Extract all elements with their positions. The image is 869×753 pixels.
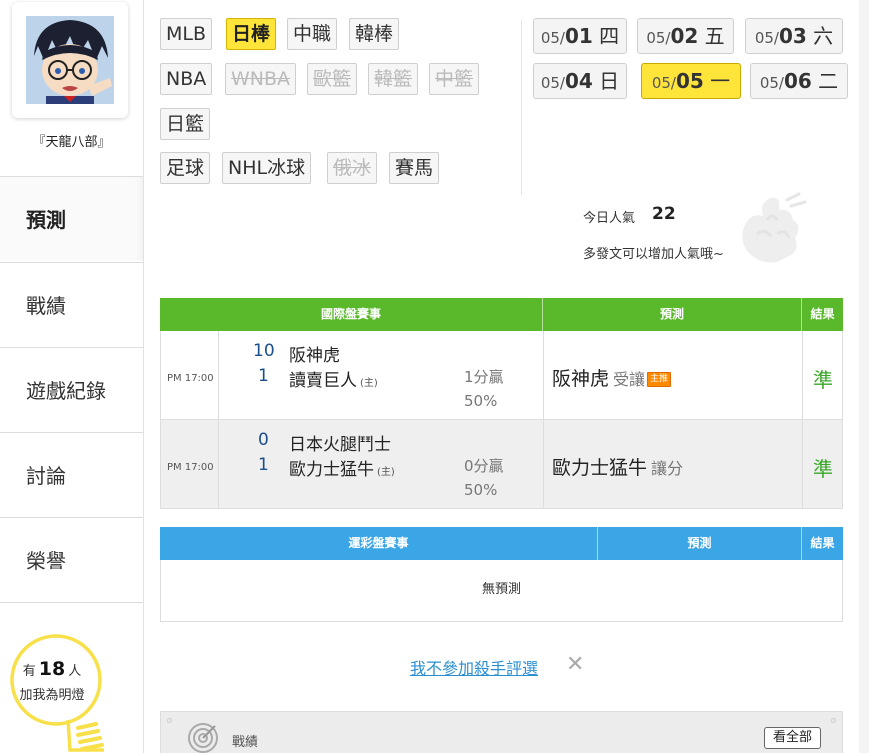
avatar[interactable] xyxy=(26,16,114,104)
sport-tag-horse-racing[interactable]: 賽馬 xyxy=(389,152,440,184)
home-team[interactable]: 歐力士猛牛 (主) xyxy=(289,455,395,480)
prediction-pick: 阪神虎 受讓 主推 xyxy=(552,364,672,391)
sport-tag-soccer[interactable]: 足球 xyxy=(160,152,211,184)
sport-tag-korea-basketball: 韓籃 xyxy=(368,63,419,95)
sidebar: 『天龍八部』 預測 戰績 遊戲紀錄 討論 榮譽 有 18 人 加我為明燈 xyxy=(0,0,143,753)
sport-tag-khl: 俄冰 xyxy=(327,152,378,184)
date-button-0502[interactable]: 05/02 五 xyxy=(637,18,734,54)
sport-tag-nhl[interactable]: NHL冰球 xyxy=(222,152,312,184)
header-result: 結果 xyxy=(810,536,835,550)
popularity-hint: 多發文可以增加人氣哦~ xyxy=(583,247,724,262)
home-score: 1 xyxy=(258,455,269,475)
sport-tag-kbo[interactable]: 韓棒 xyxy=(349,18,400,50)
record-section: 戰績 看全部 xyxy=(160,711,843,753)
header-prediction: 預測 xyxy=(598,527,802,560)
sport-tag-china-basketball: 中籃 xyxy=(429,63,480,95)
date-button-0506[interactable]: 05/06 二 xyxy=(750,63,848,99)
away-score: 0 xyxy=(258,430,269,450)
handicap-percent: 50% xyxy=(464,481,498,499)
sport-tag-euro-basketball: 歐籃 xyxy=(307,63,358,95)
popularity-label: 今日人氣 xyxy=(583,211,636,226)
home-score: 1 xyxy=(258,366,269,386)
popularity-value: 22 xyxy=(652,204,676,224)
empty-state: 無預測 xyxy=(160,560,843,622)
sidebar-item-record[interactable]: 戰績 xyxy=(0,262,143,346)
table-row: PM 17:00 0 1 日本火腿鬥士 歐力士猛牛 (主) 0分贏 50% 歐力士… xyxy=(160,420,843,509)
away-score: 10 xyxy=(253,341,275,361)
sport-tag-nba[interactable]: NBA xyxy=(160,63,213,95)
result-status: 準 xyxy=(813,457,833,481)
date-button-0501[interactable]: 05/01 四 xyxy=(533,18,627,54)
handicap-percent: 50% xyxy=(464,392,498,410)
sidebar-item-game-log[interactable]: 遊戲紀錄 xyxy=(0,347,143,431)
sport-tag-mlb[interactable]: MLB xyxy=(160,18,213,50)
close-icon[interactable]: ✕ xyxy=(566,652,584,677)
sidebar-item-honor[interactable]: 榮譽 xyxy=(0,517,143,601)
header-event: 國際盤賽事 xyxy=(160,298,543,331)
record-label: 戰績 xyxy=(232,735,259,750)
sport-tag-cpbl[interactable]: 中職 xyxy=(287,18,338,50)
header-result: 結果 xyxy=(810,307,835,321)
sidebar-item-discussion[interactable]: 討論 xyxy=(0,432,143,516)
fan-label: 加我為明燈 xyxy=(19,688,85,703)
header-event: 運彩盤賽事 xyxy=(160,527,598,560)
intl-table-header: 國際盤賽事 預測 結果 xyxy=(160,298,843,331)
sport-tag-npb[interactable]: 日棒 xyxy=(226,18,277,50)
table-row: PM 17:00 10 1 阪神虎 讀賣巨人 (主) 1分贏 50% 阪神虎 受讓主… xyxy=(160,331,843,420)
fan-count: 有 18 人 xyxy=(22,658,82,680)
home-team[interactable]: 讀賣巨人 (主) xyxy=(289,366,378,391)
avatar-card[interactable] xyxy=(12,2,128,118)
sport-tag-wnba: WNBA xyxy=(225,63,297,95)
target-icon xyxy=(188,723,218,753)
date-button-0503[interactable]: 05/03 六 xyxy=(745,18,843,54)
avatar-image xyxy=(26,16,114,104)
game-time: PM 17:00 xyxy=(167,462,214,473)
header-prediction: 預測 xyxy=(543,298,802,331)
main-panel: MLB 日棒 中職 韓棒 NBA WNBA 歐籃 韓籃 中籃 日籃 足球 NHL… xyxy=(143,0,859,753)
away-team[interactable]: 日本火腿鬥士 xyxy=(289,430,391,455)
opt-out-link[interactable]: 我不參加殺手評選 xyxy=(410,655,538,679)
away-team[interactable]: 阪神虎 xyxy=(289,341,340,366)
prediction-pick: 歐力士猛牛 讓分 xyxy=(552,457,684,479)
game-time: PM 17:00 xyxy=(167,373,214,384)
handicap: 0分贏 xyxy=(464,457,504,475)
lottery-table-header: 運彩盤賽事 預測 結果 xyxy=(160,527,843,560)
main-pick-badge: 主推 xyxy=(647,372,672,387)
handicap: 1分贏 xyxy=(464,368,504,386)
popularity-decoration-icon xyxy=(742,192,807,263)
sidebar-item-prediction[interactable]: 預測 xyxy=(0,176,143,260)
result-status: 準 xyxy=(813,368,833,392)
date-button-0504[interactable]: 05/04 日 xyxy=(533,63,627,99)
user-name: 『天龍八部』 xyxy=(32,135,111,150)
divider xyxy=(521,20,522,195)
sport-tag-japan-basketball[interactable]: 日籃 xyxy=(160,108,211,140)
date-button-0505[interactable]: 05/05 一 xyxy=(641,63,741,99)
view-all-button[interactable]: 看全部 xyxy=(764,727,821,749)
